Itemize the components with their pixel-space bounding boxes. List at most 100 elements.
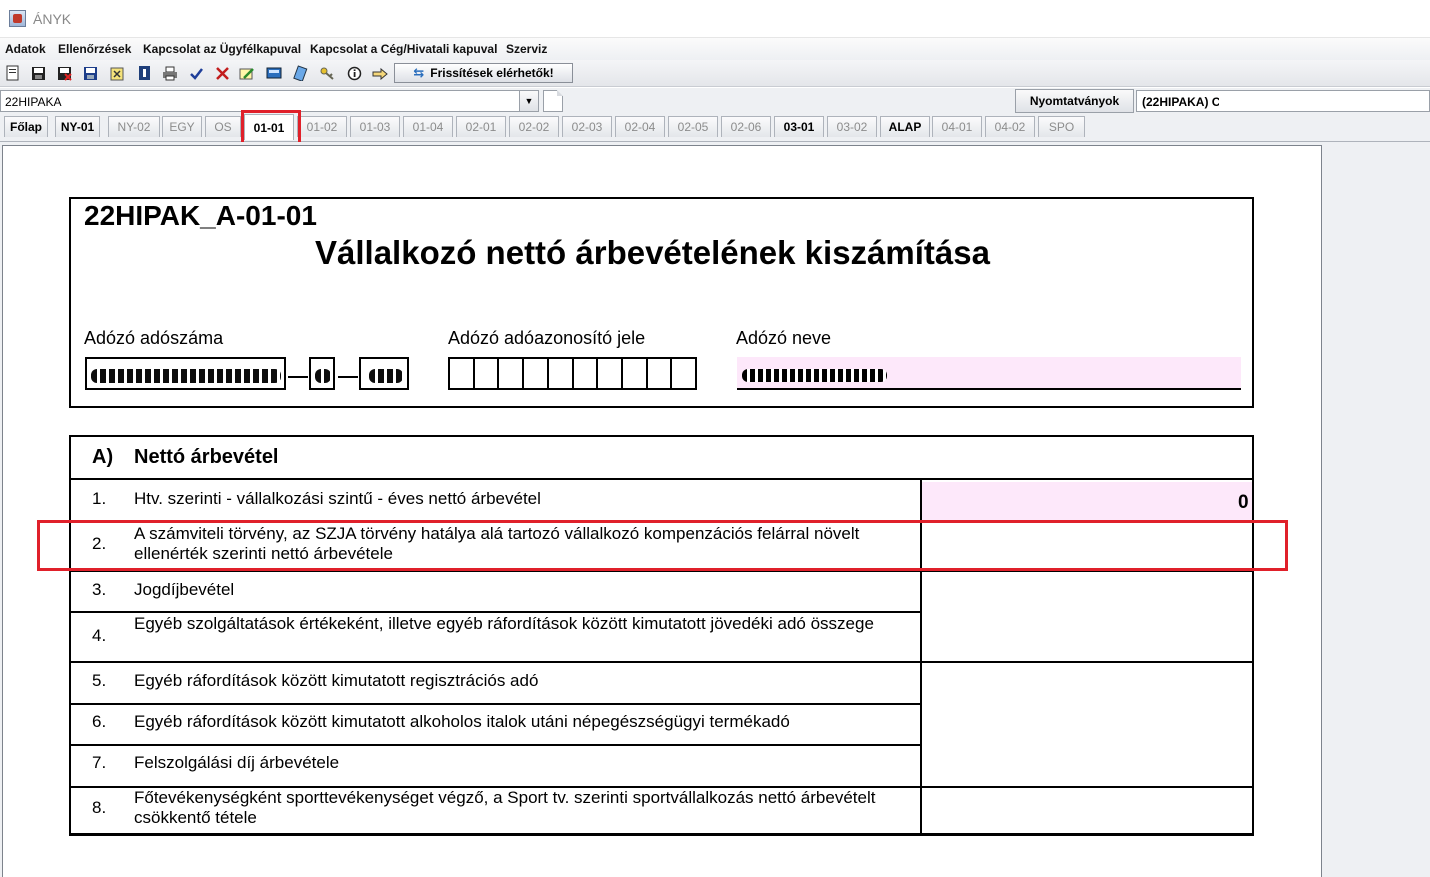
- tab-01-04[interactable]: 01-04: [403, 116, 453, 137]
- tax-id-cell[interactable]: [648, 359, 673, 388]
- row-1-value: 0: [1238, 492, 1249, 513]
- menu-bar: Adatok Ellenőrzések Kapcsolat az Ügyfélk…: [0, 38, 1430, 60]
- tax-number-main[interactable]: [85, 357, 286, 390]
- key-icon[interactable]: [318, 64, 336, 82]
- row-divider: [69, 521, 1254, 523]
- taxpayer-name-field[interactable]: [737, 357, 1241, 390]
- attachment-icon[interactable]: [108, 64, 126, 82]
- row-2-label: A számviteli törvény, az SZJA törvény ha…: [134, 524, 860, 563]
- section-letter: A): [92, 446, 114, 468]
- form-combo-value: 22HIPAKA: [5, 95, 62, 109]
- tab-os[interactable]: OS: [205, 116, 241, 137]
- row-7-number: 7.: [92, 753, 107, 772]
- tab-egy[interactable]: EGY: [162, 116, 202, 137]
- tab-02-05[interactable]: 02-05: [668, 116, 718, 137]
- tab-03-02[interactable]: 03-02: [827, 116, 877, 137]
- tab-02-02[interactable]: 02-02: [509, 116, 559, 137]
- section-title: Nettó árbevétel: [134, 446, 279, 468]
- menu-szerviz[interactable]: Szerviz: [506, 42, 547, 56]
- window-title: ÁNYK: [33, 11, 72, 27]
- row-2-value-field[interactable]: [922, 522, 1253, 570]
- tab-02-04[interactable]: 02-04: [615, 116, 665, 137]
- row-divider: [69, 744, 922, 746]
- hand-pointer-icon[interactable]: [371, 64, 389, 82]
- tab-02-06[interactable]: 02-06: [721, 116, 771, 137]
- clipboard-icon[interactable]: [291, 64, 309, 82]
- menu-ugyfelkapu[interactable]: Kapcsolat az Ügyfélkapuval: [143, 42, 301, 56]
- row-3-4-value-field[interactable]: [922, 571, 1253, 661]
- row-3-number: 3.: [92, 580, 107, 599]
- tab-spo[interactable]: SPO: [1038, 116, 1085, 137]
- tax-id-cell[interactable]: [475, 359, 500, 388]
- title-bar: ÁNYK: [0, 0, 1430, 38]
- row-6-number: 6.: [92, 712, 107, 731]
- edit-icon[interactable]: [238, 64, 256, 82]
- tab-01-02[interactable]: 01-02: [297, 116, 347, 137]
- form-title: Vállalkozó nettó árbevételének kiszámítá…: [315, 234, 990, 271]
- redacted-value: [742, 369, 887, 382]
- toolbar: ⇆ Frissítések elérhetők!: [0, 60, 1430, 87]
- menu-ellenorzesek[interactable]: Ellenőrzések: [58, 42, 131, 56]
- tax-id-cell[interactable]: [598, 359, 623, 388]
- tab-01-03[interactable]: 01-03: [350, 116, 400, 137]
- row-5-7-value-field[interactable]: [922, 662, 1253, 785]
- row-5-number: 5.: [92, 671, 107, 690]
- tax-id-cell[interactable]: [549, 359, 574, 388]
- info-book-icon[interactable]: [135, 64, 153, 82]
- tab-04-01[interactable]: 04-01: [932, 116, 982, 137]
- tab-ny-01[interactable]: NY-01: [55, 116, 100, 137]
- table-right-border: [1252, 480, 1254, 834]
- tab-03-01[interactable]: 03-01: [774, 116, 824, 137]
- info-icon[interactable]: [345, 64, 363, 82]
- redacted-value: [91, 369, 281, 383]
- row-2-number: 2.: [92, 534, 107, 553]
- new-document-icon[interactable]: [4, 64, 22, 82]
- delete-icon[interactable]: [213, 64, 231, 82]
- tab-01-01[interactable]: 01-01: [244, 114, 294, 140]
- redacted-value: [369, 369, 403, 383]
- forms-button[interactable]: Nyomtatványok: [1015, 89, 1134, 113]
- chevron-down-icon[interactable]: ▼: [519, 91, 538, 111]
- tax-number-vat[interactable]: [309, 357, 335, 390]
- tab-02-03[interactable]: 02-03: [562, 116, 612, 137]
- tax-id-field[interactable]: [448, 357, 697, 390]
- forms-field: (22HIPAKA) C: [1136, 90, 1430, 112]
- document-icon[interactable]: [543, 90, 563, 112]
- menu-adatok[interactable]: Adatok: [5, 42, 46, 56]
- tax-number-county[interactable]: [359, 357, 409, 390]
- separator-dash: [288, 376, 308, 378]
- tab-alap[interactable]: ALAP: [880, 116, 930, 137]
- form-selector-row: 22HIPAKA ▼ Nyomtatványok (22HIPAKA) C: [0, 88, 1430, 114]
- tab-04-02[interactable]: 04-02: [985, 116, 1035, 137]
- row-1-value-field[interactable]: [922, 482, 1253, 520]
- tab-f-lap[interactable]: Főlap: [4, 116, 48, 137]
- row-6-label: Egyéb ráfordítások között kimutatott alk…: [134, 712, 790, 731]
- save-icon[interactable]: [29, 64, 47, 82]
- tab-02-01[interactable]: 02-01: [456, 116, 506, 137]
- print-icon[interactable]: [161, 64, 179, 82]
- taxpayer-name-label: Adózó neve: [736, 328, 832, 348]
- tax-id-cell[interactable]: [499, 359, 525, 388]
- row-3-label: Jogdíjbevétel: [134, 580, 235, 599]
- tax-id-cell[interactable]: [672, 359, 695, 388]
- redacted-area: [1219, 94, 1399, 108]
- save-as-icon[interactable]: [81, 64, 99, 82]
- redacted-value: [315, 369, 331, 383]
- form-combo[interactable]: 22HIPAKA ▼: [0, 90, 539, 112]
- tax-id-cell[interactable]: [623, 359, 648, 388]
- row-8-label: Főtevékenységként sporttevékenységet vég…: [134, 788, 876, 827]
- row-8-value-field[interactable]: [922, 787, 1253, 834]
- updates-available-button[interactable]: ⇆ Frissítések elérhetők!: [394, 63, 573, 83]
- menu-cegkapu[interactable]: Kapcsolat a Cég/Hivatali kapuval: [310, 42, 497, 56]
- row-5-label: Egyéb ráfordítások között kimutatott reg…: [134, 671, 539, 690]
- row-divider: [69, 703, 922, 705]
- tax-id-cell[interactable]: [574, 359, 599, 388]
- row-divider: [69, 611, 922, 613]
- calculator-icon[interactable]: [265, 64, 283, 82]
- tab-ny-02[interactable]: NY-02: [108, 116, 160, 137]
- tax-id-cell[interactable]: [524, 359, 549, 388]
- save-close-icon[interactable]: [55, 64, 73, 82]
- check-icon[interactable]: [187, 64, 205, 82]
- row-7-label: Felszolgálási díj árbevétele: [134, 753, 340, 772]
- tax-id-cell[interactable]: [450, 359, 475, 388]
